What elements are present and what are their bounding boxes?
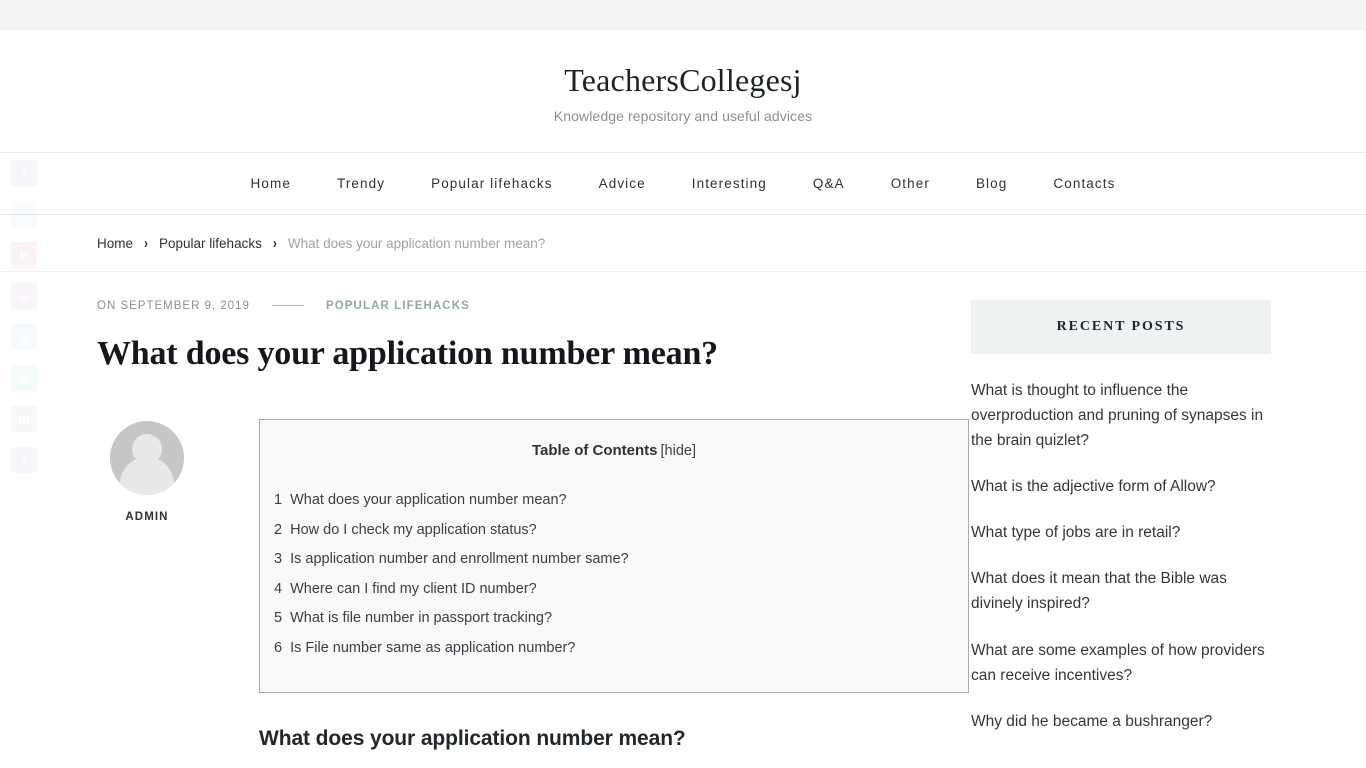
nav-item: Advice	[576, 152, 669, 215]
toc-list: 1 What does your application number mean…	[274, 489, 954, 660]
nav-link-blog[interactable]: Blog	[953, 152, 1030, 215]
nav-link-advice[interactable]: Advice	[576, 152, 669, 215]
nav-item: Other	[868, 152, 953, 215]
avatar[interactable]	[110, 420, 184, 495]
toc-item: 5 What is file number in passport tracki…	[274, 607, 954, 630]
nav-item: Trendy	[314, 152, 408, 215]
nav-item: Interesting	[669, 152, 790, 215]
site-tagline: Knowledge repository and useful advices	[553, 107, 813, 124]
section-heading: What does your application number mean?	[259, 726, 686, 750]
meta-divider	[271, 305, 304, 307]
recent-posts-widget-header: RECENT POSTS	[971, 299, 1271, 354]
post-date: ON SEPTEMBER 9, 2019	[97, 299, 250, 312]
nav-item: Popular lifehacks	[408, 152, 576, 215]
toc-hide-link[interactable]: [hide]	[661, 443, 696, 459]
share-telegram-icon[interactable]: a	[11, 324, 37, 350]
list-item: Why did he became a bushranger?	[971, 709, 1271, 734]
toc-item-number: 5	[274, 610, 283, 627]
post-body: ADMIN Table of Contents [hide] 1 What doe…	[97, 418, 969, 768]
share-more-icon[interactable]: +	[11, 447, 37, 473]
share-whatsapp-icon[interactable]: w	[11, 365, 37, 391]
page-title: What does your application number mean?	[97, 334, 718, 372]
toc-item-number: 1	[274, 492, 283, 509]
breadcrumb-link[interactable]: Popular lifehacks	[159, 236, 262, 251]
nav-item: Contacts	[1030, 152, 1138, 215]
main-content: ON SEPTEMBER 9, 2019 POPULAR LIFEHACKS W…	[93, 300, 969, 768]
recent-post-link[interactable]: What is thought to influence the overpro…	[971, 378, 1271, 453]
toc-link[interactable]: 6 Is File number same as application num…	[274, 640, 575, 656]
nav-link-popular-lifehacks[interactable]: Popular lifehacks	[408, 152, 576, 215]
toc-item-number: 2	[274, 521, 283, 538]
breadcrumb-link[interactable]: Home	[97, 236, 133, 251]
toc-item: 6 Is File number same as application num…	[274, 637, 954, 660]
article-column: Table of Contents [hide] 1 What does your…	[197, 418, 969, 768]
author-column: ADMIN	[97, 419, 197, 768]
top-bar	[0, 0, 1366, 30]
breadcrumb-separator-icon: ›	[144, 234, 149, 253]
nav-item: Q&A	[790, 152, 868, 215]
share-facebook-icon[interactable]: f	[11, 160, 37, 186]
sidebar: RECENT POSTS What is thought to influenc…	[971, 299, 1271, 768]
share-twitter-icon[interactable]: t	[11, 201, 37, 227]
page-layout: ON SEPTEMBER 9, 2019 POPULAR LIFEHACKS W…	[93, 272, 1273, 768]
breadcrumb: Home › Popular lifehacks › What does your ap…	[93, 234, 1273, 253]
toc-item-number: 3	[274, 551, 283, 568]
toc-link[interactable]: 2 How do I check my application status?	[274, 522, 537, 538]
nav-link-trendy[interactable]: Trendy	[314, 152, 408, 215]
toc-title: Table of Contents [hide]	[274, 440, 954, 463]
site-branding: TeachersCollegesj Knowledge repository a…	[0, 30, 1366, 152]
nav-link-home[interactable]: Home	[228, 152, 314, 215]
recent-post-link[interactable]: What are some examples of how providers …	[971, 638, 1271, 688]
share-instagram-icon[interactable]: o	[11, 283, 37, 309]
recent-posts-list: What is thought to influence the overpro…	[971, 354, 1271, 734]
toc-item: 4 Where can I find my client ID number?	[274, 578, 954, 601]
nav-link-interesting[interactable]: Interesting	[669, 152, 790, 215]
nav-link-contacts[interactable]: Contacts	[1030, 152, 1138, 215]
avatar-body-shape	[120, 456, 174, 495]
list-item: What is the adjective form of Allow?	[971, 474, 1271, 499]
breadcrumb-separator-icon: ›	[272, 234, 277, 253]
post-category-link[interactable]: POPULAR LIFEHACKS	[326, 300, 470, 312]
nav-item: Home	[228, 152, 314, 215]
list-item: What is thought to influence the overpro…	[971, 378, 1271, 453]
breadcrumb-current: What does your application number mean?	[287, 235, 546, 251]
nav-item: Blog	[953, 152, 1030, 215]
author-name[interactable]: ADMIN	[97, 511, 197, 523]
list-item: What are some examples of how providers …	[971, 638, 1271, 688]
primary-navigation: Home Trendy Popular lifehacks Advice Interes…	[0, 151, 1366, 215]
toc-item-number: 4	[274, 580, 283, 597]
recent-post-link[interactable]: What type of jobs are in retail?	[971, 520, 1271, 545]
toc-item: 2 How do I check my application status?	[274, 519, 954, 542]
recent-posts-title: RECENT POSTS	[1056, 318, 1186, 334]
nav-link-other[interactable]: Other	[868, 152, 953, 215]
toc-item-number: 6	[274, 639, 283, 656]
share-pinterest-icon[interactable]: P	[11, 242, 37, 268]
table-of-contents: Table of Contents [hide] 1 What does your…	[259, 418, 969, 693]
toc-item: 1 What does your application number mean…	[274, 489, 954, 512]
social-share-rail: ftPoawm +	[11, 160, 37, 488]
recent-post-link[interactable]: Why did he became a bushranger?	[971, 709, 1271, 734]
toc-link[interactable]: 4 Where can I find my client ID number?	[274, 581, 537, 597]
list-item: What type of jobs are in retail?	[971, 520, 1271, 545]
recent-post-link[interactable]: What is the adjective form of Allow?	[971, 474, 1271, 499]
toc-item: 3 Is application number and enrollment n…	[274, 548, 954, 571]
list-item: What does it mean that the Bible was div…	[971, 566, 1271, 616]
post-meta: ON SEPTEMBER 9, 2019 POPULAR LIFEHACKS	[97, 300, 908, 312]
nav-list: Home Trendy Popular lifehacks Advice Interes…	[228, 152, 1139, 215]
recent-post-link[interactable]: What does it mean that the Bible was div…	[971, 566, 1271, 616]
breadcrumb-bar: Home › Popular lifehacks › What does your ap…	[0, 214, 1366, 272]
site-title[interactable]: TeachersCollegesj	[0, 62, 1366, 99]
toc-heading-text: Table of Contents	[531, 441, 658, 459]
toc-link[interactable]: 3 Is application number and enrollment n…	[274, 551, 629, 567]
toc-link[interactable]: 1 What does your application number mean…	[274, 492, 567, 508]
share-email-icon[interactable]: m	[11, 406, 37, 432]
toc-link[interactable]: 5 What is file number in passport tracki…	[274, 610, 552, 626]
nav-link-q-a[interactable]: Q&A	[790, 152, 868, 215]
